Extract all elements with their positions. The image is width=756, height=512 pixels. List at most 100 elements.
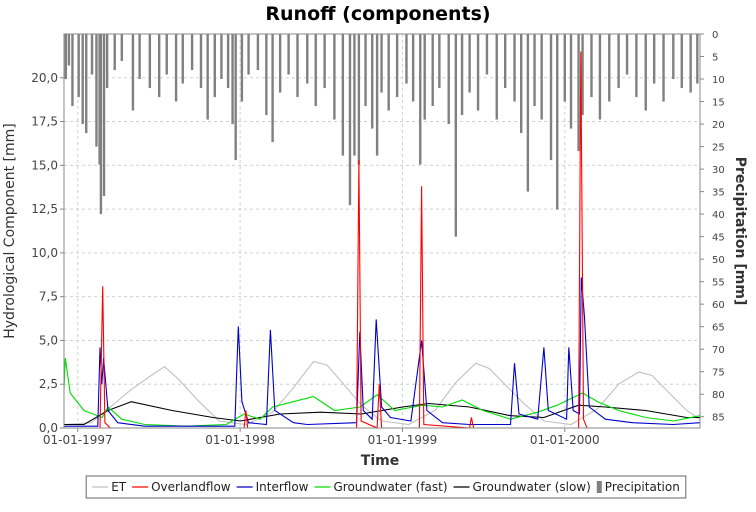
precipitation-bar <box>387 34 390 111</box>
precipitation-bar <box>240 34 244 102</box>
precipitation-bar <box>113 34 116 71</box>
precipitation-bar <box>181 34 184 84</box>
legend-label: Groundwater (slow) <box>473 480 591 494</box>
precipitation-bar <box>99 34 103 215</box>
precipitation-bar <box>419 34 422 165</box>
precipitation-bar <box>495 34 498 120</box>
precipitation-bar <box>95 34 98 147</box>
legend-item: Precipitation <box>596 480 680 494</box>
precipitation-bar <box>468 34 471 93</box>
precipitation-bar <box>590 34 593 98</box>
precipitation-bar <box>131 34 135 111</box>
y-axis-right-label: Precipitation [mm] <box>732 157 748 306</box>
precipitation-bar <box>314 34 317 107</box>
precipitation-bar <box>431 34 434 107</box>
series-line-groundwater-fast <box>63 357 701 427</box>
precipitation-bar <box>226 34 230 89</box>
precipitation-layer <box>64 34 699 237</box>
y-right-tick-label: 40 <box>712 210 725 221</box>
y-right-tick-label: 85 <box>712 413 725 424</box>
precipitation-bar <box>533 34 536 107</box>
precipitation-bar <box>577 34 580 152</box>
precipitation-bar <box>353 34 356 156</box>
legend-item: Groundwater (fast) <box>314 480 448 494</box>
y-right-tick-label: 65 <box>712 323 725 334</box>
precipitation-bar <box>341 34 345 156</box>
precipitation-bar <box>90 34 94 75</box>
legend-swatch <box>596 481 602 493</box>
series-layer <box>63 51 701 429</box>
precipitation-bar <box>696 34 699 84</box>
precipitation-bar <box>265 34 268 116</box>
precipitation-bar <box>364 34 367 107</box>
precipitation-bar <box>256 34 260 71</box>
precipitation-bar <box>333 34 336 120</box>
precipitation-bar <box>174 34 178 102</box>
y-axis-left-label: Hydrological Component [mm] <box>2 123 18 339</box>
precipitation-bar <box>625 34 629 75</box>
precipitation-bar <box>680 34 683 89</box>
legend: ET Overlandflow Interflow Groundwater (fast… <box>85 475 687 499</box>
legend-label: Overlandflow <box>151 480 231 494</box>
precipitation-bar <box>598 34 602 120</box>
y-right-tick-label: 15 <box>712 98 725 109</box>
y-right-tick-label: 50 <box>712 255 725 266</box>
y-right-tick-label: 60 <box>712 300 725 311</box>
precipitation-bar <box>247 34 250 75</box>
precipitation-bar <box>520 34 523 134</box>
precipitation-bar <box>71 34 74 107</box>
precipitation-bar <box>231 34 234 125</box>
precipitation-bar <box>569 34 573 129</box>
precipitation-bar <box>148 34 152 89</box>
precipitation-bar <box>460 34 464 116</box>
precipitation-bar <box>662 34 665 102</box>
y-left-tick-label: 7,5 <box>39 290 58 304</box>
precipitation-bar <box>380 34 383 93</box>
precipitation-bar <box>206 34 209 120</box>
series-line-interflow <box>64 277 701 427</box>
precipitation-bar <box>540 34 543 120</box>
y-left-tick-label: 15,0 <box>31 158 58 172</box>
legend-label: Interflow <box>256 480 309 494</box>
precipitation-bar <box>102 34 106 197</box>
y-right-tick-label: 70 <box>712 345 725 356</box>
precipitation-bar <box>85 34 88 134</box>
y-right-tick-label: 45 <box>712 233 725 244</box>
x-axis-label: Time <box>361 453 399 469</box>
precipitation-bar <box>296 34 299 98</box>
legend-label: Groundwater (fast) <box>334 480 448 494</box>
y-left-tick-label: 2,5 <box>39 377 58 391</box>
precipitation-bar <box>213 34 216 98</box>
x-tick-label: 01-01-1999 <box>368 433 438 447</box>
precipitation-bar <box>157 34 161 98</box>
chart-title: Runoff (components) <box>265 3 490 25</box>
precipitation-bar <box>405 34 408 84</box>
y-right-tick-label: 20 <box>712 120 725 131</box>
y-right-tick-label: 30 <box>712 165 725 176</box>
y-right-tick-label: 10 <box>712 75 725 86</box>
precipitation-bar <box>120 34 124 62</box>
precipitation-bar <box>438 34 441 89</box>
legend-item: Groundwater (slow) <box>453 480 591 494</box>
series-line-overlandflow <box>64 51 700 429</box>
y-right-tick-label: 0 <box>712 30 718 41</box>
precipitation-bar <box>165 34 168 75</box>
y-left-tick-label: 10,0 <box>31 246 58 260</box>
precipitation-bar <box>503 34 507 89</box>
precipitation-bar <box>105 34 109 89</box>
precipitation-bar <box>411 34 415 102</box>
precipitation-bar <box>64 34 67 80</box>
precipitation-bar <box>635 34 638 98</box>
precipitation-bar <box>549 34 553 161</box>
x-tick-label: 01-01-1997 <box>43 433 113 447</box>
precipitation-bar <box>371 34 374 129</box>
precipitation-bar <box>581 34 584 116</box>
precipitation-bar <box>278 34 282 93</box>
precipitation-bar <box>190 34 194 71</box>
precipitation-bar <box>476 34 480 111</box>
y-left-tick-label: 5,0 <box>39 333 58 347</box>
precipitation-bar <box>287 34 290 75</box>
precipitation-bar <box>617 34 620 89</box>
precipitation-bar <box>423 34 426 120</box>
precipitation-bar <box>672 34 675 80</box>
